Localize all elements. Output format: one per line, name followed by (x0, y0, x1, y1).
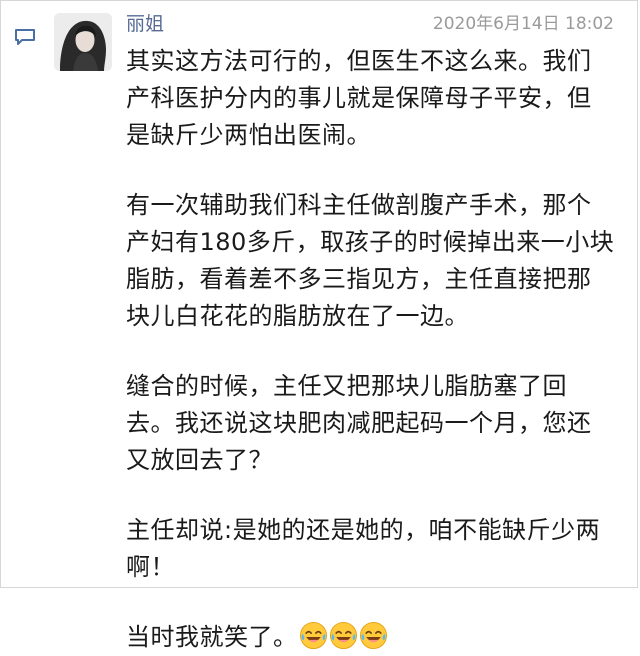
laugh-cry-emoji-icon (359, 621, 387, 650)
username[interactable]: 丽姐 (126, 11, 164, 37)
paragraph-5: 当时我就笑了。 (126, 619, 626, 656)
paragraph-4: 主任却说:是她的还是她的，咱不能缺斤少两 啊！ (126, 512, 626, 586)
text-line: 缝合的时候，主任又把那块儿脂肪塞了回 (126, 372, 567, 400)
text-line: 产妇有180多斤，取孩子的时候掉出来一小块 (126, 228, 615, 256)
text-line: 有一次辅助我们科主任做剖腹产手术，那个 (126, 191, 592, 219)
paragraph-3: 缝合的时候，主任又把那块儿脂肪塞了回 去。我还说这块肥肉减肥起码一个月，您还 又… (126, 368, 626, 479)
text-line: 脂肪，看着差不多三指见方，主任直接把那 (126, 265, 592, 293)
comment-icon[interactable] (14, 28, 36, 46)
paragraph-2: 有一次辅助我们科主任做剖腹产手术，那个 产妇有180多斤，取孩子的时候掉出来一小… (126, 187, 626, 335)
text-line: 产科医护分内的事儿就是保障母子平安，但 (126, 84, 592, 112)
text-line: 主任却说:是她的还是她的，咱不能缺斤少两 (126, 516, 601, 544)
text-line: 啊！ (126, 553, 175, 581)
paragraph-1: 其实这方法可行的，但医生不这么来。我们 产科医护分内的事儿就是保障母子平安，但 … (126, 43, 626, 154)
text-line: 其实这方法可行的，但医生不这么来。我们 (126, 47, 592, 75)
timestamp: 2020年6月14日 18:02 (432, 14, 614, 34)
laugh-cry-emoji-icon (329, 621, 357, 650)
comment-card: 丽姐 2020年6月14日 18:02 其实这方法可行的，但医生不这么来。我们 … (0, 0, 638, 651)
text-line: 又放回去了？ (126, 446, 273, 474)
laugh-cry-emoji-icon (299, 621, 327, 650)
text-line: 块儿白花花的脂肪放在了一边。 (126, 302, 469, 330)
post-content: 其实这方法可行的，但医生不这么来。我们 产科医护分内的事儿就是保障母子平安，但 … (126, 43, 626, 656)
text-line: 是缺斤少两怕出医闹。 (126, 121, 371, 149)
text-line: 去。我还说这块肥肉减肥起码一个月，您还 (126, 409, 592, 437)
last-line-text: 当时我就笑了。 (126, 623, 298, 651)
avatar[interactable] (54, 13, 112, 71)
